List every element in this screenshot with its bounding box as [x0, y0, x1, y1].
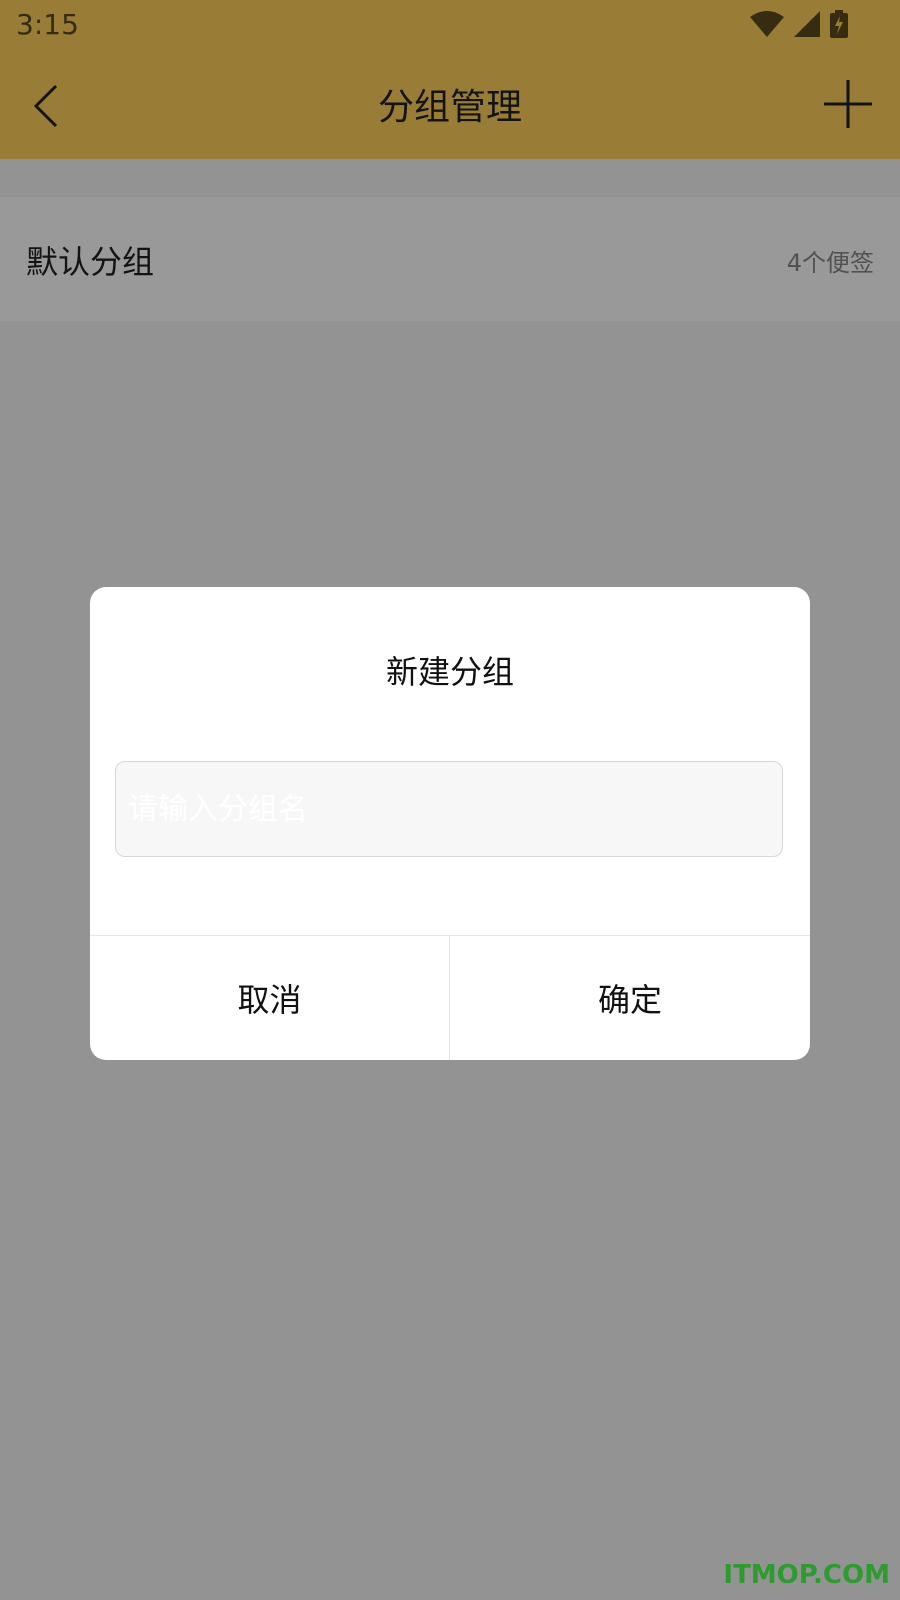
watermark: ITMOP.COM [723, 1560, 890, 1590]
cancel-button[interactable]: 取消 [90, 936, 449, 1060]
dialog-title: 新建分组 [385, 653, 514, 691]
group-name-input[interactable] [115, 761, 783, 857]
confirm-button[interactable]: 确定 [450, 936, 810, 1060]
new-group-dialog: 新建分组 取消 确定 [90, 587, 810, 1060]
